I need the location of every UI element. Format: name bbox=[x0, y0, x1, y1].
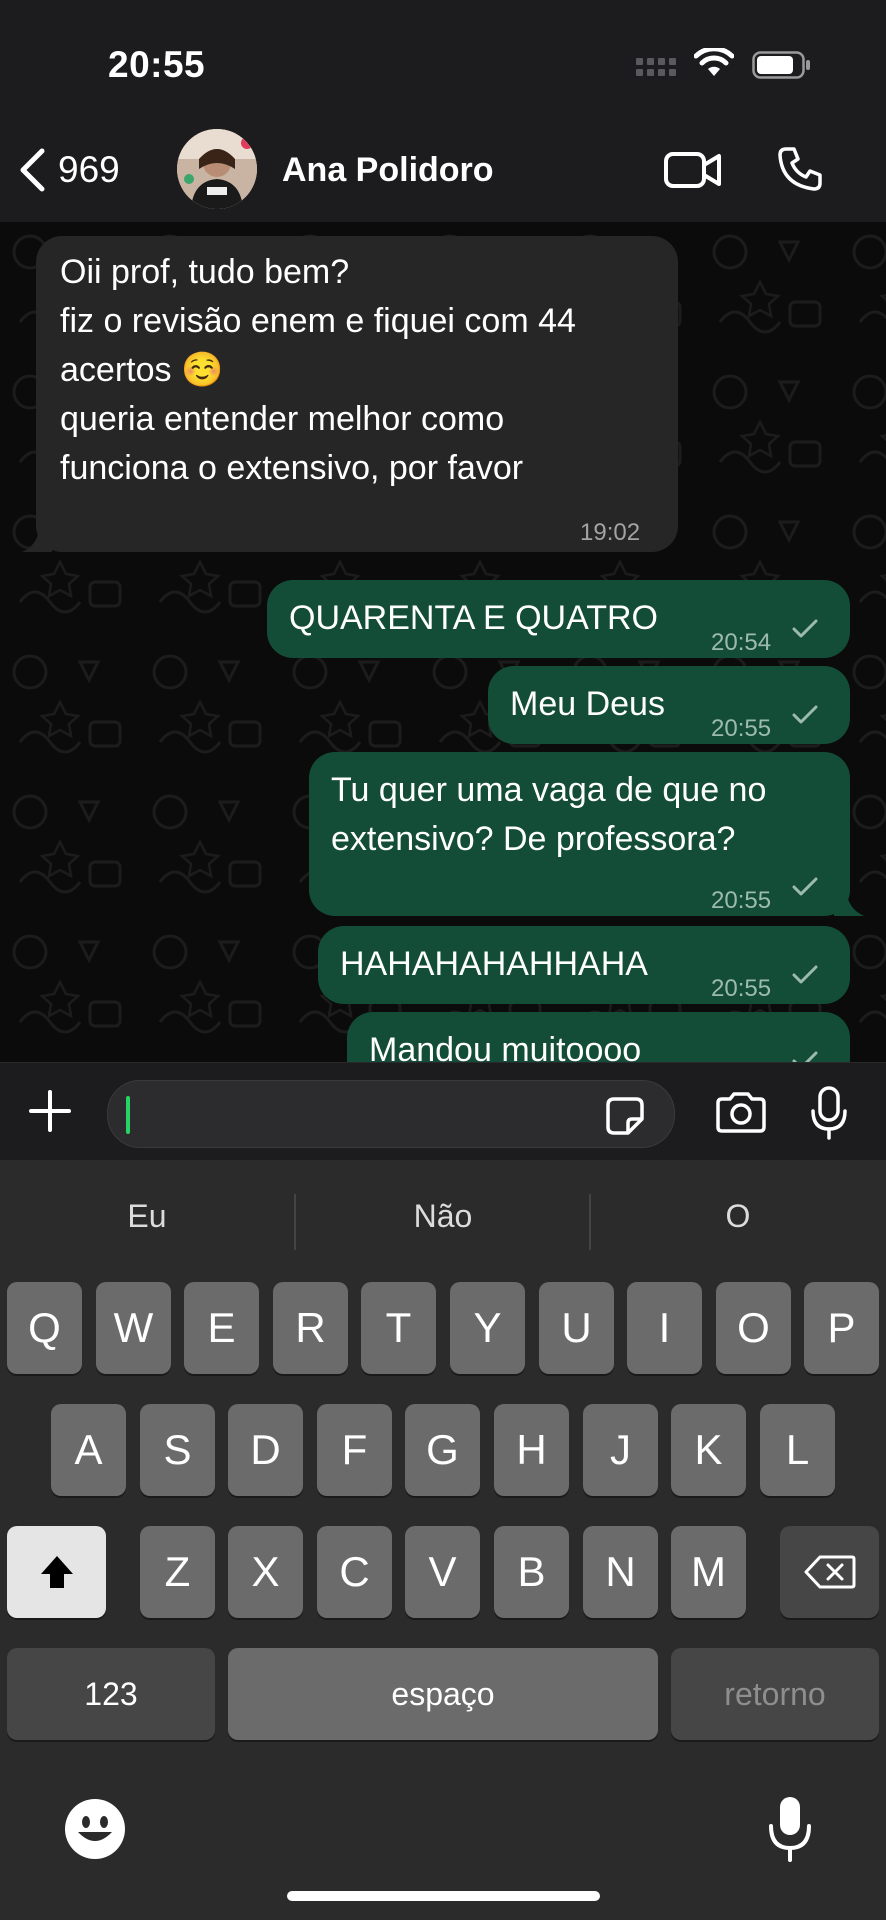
status-time: 20:55 bbox=[108, 44, 206, 85]
key[interactable]: K bbox=[671, 1404, 746, 1496]
contact-name[interactable]: Ana Polidoro bbox=[282, 151, 494, 190]
key[interactable]: P bbox=[804, 1282, 879, 1374]
message-time: 20:55 bbox=[711, 715, 772, 742]
key[interactable]: R bbox=[273, 1282, 348, 1374]
message-time: 19:02 bbox=[580, 519, 641, 546]
key[interactable]: J bbox=[583, 1404, 658, 1496]
message-input[interactable] bbox=[107, 1080, 675, 1148]
status-bar: 20:55 bbox=[0, 0, 886, 125]
message-text: extensivo? De professora? bbox=[331, 820, 736, 858]
unread-count: 969 bbox=[58, 149, 120, 190]
dictation-icon[interactable] bbox=[767, 1794, 813, 1864]
key[interactable]: X bbox=[228, 1526, 303, 1618]
key[interactable]: M bbox=[671, 1526, 746, 1618]
avatar[interactable] bbox=[177, 129, 257, 209]
key[interactable]: V bbox=[405, 1526, 480, 1618]
key[interactable]: D bbox=[228, 1404, 303, 1496]
message-list[interactable]: Oii prof, tudo bem? fiz o revisão enem e… bbox=[0, 222, 886, 1062]
message-text: Meu Deus bbox=[510, 685, 665, 723]
key[interactable]: Y bbox=[450, 1282, 525, 1374]
text-caret bbox=[126, 1096, 130, 1134]
home-indicator[interactable] bbox=[287, 1891, 600, 1901]
microphone-icon[interactable] bbox=[809, 1085, 849, 1141]
emoji-icon[interactable] bbox=[64, 1798, 126, 1860]
suggestion[interactable]: O bbox=[591, 1182, 885, 1250]
bubble-tail bbox=[22, 522, 52, 552]
key[interactable]: T bbox=[361, 1282, 436, 1374]
message-text: Tu quer uma vaga de que no bbox=[331, 771, 767, 809]
read-check-icon bbox=[792, 877, 818, 896]
message-time: 20:54 bbox=[711, 629, 772, 656]
predictive-bar: Eu Não O bbox=[0, 1182, 886, 1250]
shift-key[interactable] bbox=[7, 1526, 106, 1618]
return-key[interactable]: retorno bbox=[671, 1648, 879, 1740]
message-text: Mandou muitoooo bbox=[369, 1031, 642, 1062]
message-text: HAHAHAHAHHAHA bbox=[340, 945, 648, 983]
key[interactable]: C bbox=[317, 1526, 392, 1618]
key[interactable]: F bbox=[317, 1404, 392, 1496]
backspace-icon bbox=[804, 1555, 855, 1589]
message-bubble-outgoing[interactable]: HAHAHAHAHHAHA 20:55 bbox=[318, 926, 850, 1004]
message-time: 20:55 bbox=[711, 975, 772, 1002]
key[interactable]: I bbox=[627, 1282, 702, 1374]
message-bubble-outgoing[interactable]: Mandou muitoooo 20:55 bbox=[347, 1012, 850, 1062]
message-text: Oii prof, tudo bem? bbox=[60, 253, 350, 291]
suggestion[interactable]: Não bbox=[296, 1182, 590, 1250]
key[interactable]: N bbox=[583, 1526, 658, 1618]
read-check-icon bbox=[792, 705, 818, 724]
key[interactable]: Q bbox=[7, 1282, 82, 1374]
plus-icon[interactable] bbox=[28, 1089, 72, 1133]
message-bubble-outgoing[interactable]: Tu quer uma vaga de que no extensivo? De… bbox=[309, 752, 850, 916]
read-check-icon bbox=[792, 965, 818, 984]
backspace-key[interactable] bbox=[780, 1526, 879, 1618]
message-time: 20:55 bbox=[711, 1050, 771, 1062]
message-time: 20:55 bbox=[711, 887, 772, 914]
message-text: queria entender melhor como bbox=[60, 400, 505, 438]
message-text: funciona o extensivo, por favor bbox=[60, 449, 524, 487]
numbers-key[interactable]: 123 bbox=[7, 1648, 215, 1740]
chat-header: 969 Ana Polidoro bbox=[0, 125, 886, 223]
read-check-icon bbox=[792, 619, 818, 638]
key[interactable]: H bbox=[494, 1404, 569, 1496]
key[interactable]: S bbox=[140, 1404, 215, 1496]
key[interactable]: G bbox=[405, 1404, 480, 1496]
shift-icon bbox=[40, 1556, 73, 1588]
message-text: fiz o revisão enem e fiquei com 44 bbox=[60, 302, 576, 340]
read-check-icon bbox=[792, 1051, 818, 1062]
battery-icon bbox=[752, 51, 810, 79]
suggestion[interactable]: Eu bbox=[0, 1182, 294, 1250]
key[interactable]: A bbox=[51, 1404, 126, 1496]
key[interactable]: Z bbox=[140, 1526, 215, 1618]
chevron-left-icon bbox=[20, 148, 45, 192]
keyboard: Eu Não O Q W E R T Y U I O P A S D F G H… bbox=[0, 1160, 886, 1920]
phone-icon[interactable] bbox=[776, 145, 824, 193]
space-key[interactable]: espaço bbox=[228, 1648, 658, 1740]
key[interactable]: E bbox=[184, 1282, 259, 1374]
wifi-icon bbox=[694, 48, 734, 76]
video-camera-icon[interactable] bbox=[663, 148, 723, 192]
message-text: acertos ☺️ bbox=[60, 351, 224, 389]
message-bubble-outgoing[interactable]: Meu Deus 20:55 bbox=[488, 666, 850, 744]
camera-icon[interactable] bbox=[714, 1091, 768, 1133]
composer-bar bbox=[0, 1062, 886, 1161]
message-bubble-incoming[interactable]: Oii prof, tudo bem? fiz o revisão enem e… bbox=[36, 236, 678, 552]
message-bubble-outgoing[interactable]: QUARENTA E QUATRO 20:54 bbox=[267, 580, 850, 658]
message-text: QUARENTA E QUATRO bbox=[289, 599, 659, 637]
bubble-tail bbox=[834, 886, 864, 916]
cellular-signal-icon bbox=[636, 58, 676, 76]
key[interactable]: L bbox=[760, 1404, 835, 1496]
sticker-icon[interactable] bbox=[604, 1095, 646, 1137]
key[interactable]: U bbox=[539, 1282, 614, 1374]
key[interactable]: W bbox=[96, 1282, 171, 1374]
back-button[interactable]: 969 bbox=[18, 145, 120, 195]
key[interactable]: O bbox=[716, 1282, 791, 1374]
key[interactable]: B bbox=[494, 1526, 569, 1618]
